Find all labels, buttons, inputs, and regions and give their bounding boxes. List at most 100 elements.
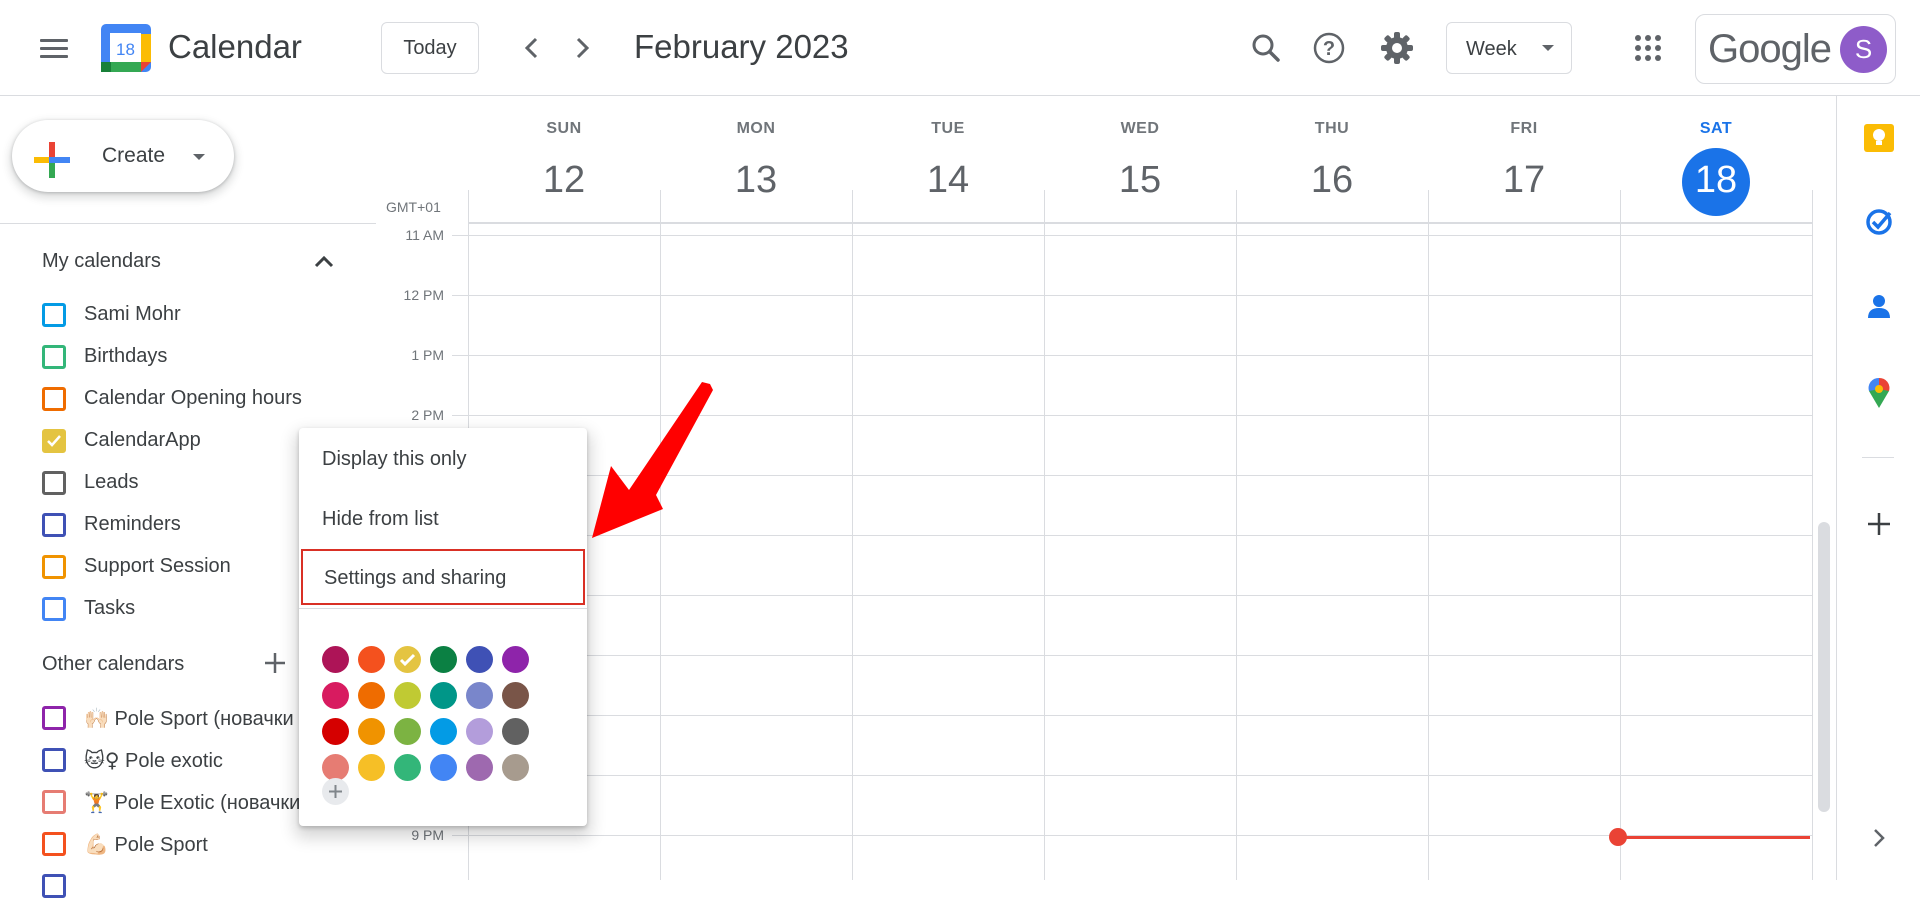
color-swatch[interactable] <box>430 718 457 745</box>
calendar-checkbox[interactable] <box>42 748 66 772</box>
calendar-checkbox[interactable] <box>42 345 66 369</box>
previous-week-chevron-icon[interactable] <box>512 28 552 68</box>
day-header-tue[interactable]: TUE 14 <box>852 120 1044 216</box>
color-swatch[interactable] <box>430 646 457 673</box>
menu-item-settings-and-sharing[interactable]: Settings and sharing <box>301 549 585 605</box>
avatar[interactable]: S <box>1840 26 1887 73</box>
calendar-checkbox[interactable] <box>42 832 66 856</box>
color-swatch[interactable] <box>322 754 349 781</box>
color-swatch[interactable] <box>466 646 493 673</box>
color-swatch[interactable] <box>322 646 349 673</box>
get-add-ons-plus-icon[interactable] <box>1857 502 1901 546</box>
day-header-wed[interactable]: WED 15 <box>1044 120 1236 216</box>
menu-item-display-this-only[interactable]: Display this only <box>299 430 587 488</box>
next-week-chevron-icon[interactable] <box>562 28 602 68</box>
day-header-thu[interactable]: THU 16 <box>1236 120 1428 216</box>
my-calendar-item-2[interactable]: Calendar Opening hours <box>40 378 340 418</box>
calendar-name: 💪🏻 Pole Sport <box>84 834 208 856</box>
day-number[interactable]: 14 <box>852 148 1044 216</box>
my-calendar-item-7[interactable]: Tasks <box>40 588 340 628</box>
hour-line <box>452 595 1812 596</box>
add-other-calendar-plus-icon[interactable] <box>262 650 288 676</box>
day-header-sun[interactable]: SUN 12 <box>468 120 660 216</box>
my-calendar-item-1[interactable]: Birthdays <box>40 336 340 376</box>
grid-scrollbar[interactable] <box>1818 522 1830 812</box>
create-button[interactable]: Create <box>12 120 234 192</box>
my-calendar-item-5[interactable]: Reminders <box>40 504 340 544</box>
color-swatch[interactable] <box>358 646 385 673</box>
calendar-checkbox[interactable] <box>42 429 66 453</box>
other-calendar-item-2[interactable]: 🏋 Pole Exotic (новачки <box>40 781 340 821</box>
settings-gear-icon[interactable] <box>1373 24 1421 72</box>
calendar-checkbox[interactable] <box>42 790 66 814</box>
help-icon[interactable]: ? <box>1305 24 1353 72</box>
color-swatch[interactable] <box>502 646 529 673</box>
calendar-checkbox[interactable] <box>42 303 66 327</box>
color-swatch[interactable] <box>358 682 385 709</box>
caret-down-icon <box>193 154 205 160</box>
color-swatch[interactable] <box>466 718 493 745</box>
color-swatch[interactable] <box>358 754 385 781</box>
color-swatch[interactable] <box>358 718 385 745</box>
current-time-dot <box>1609 828 1627 846</box>
chevron-up-icon[interactable] <box>312 252 336 272</box>
main-menu-icon[interactable] <box>34 30 74 66</box>
my-calendar-item-4[interactable]: Leads <box>40 462 340 502</box>
tasks-icon[interactable] <box>1857 200 1901 244</box>
day-number[interactable]: 13 <box>660 148 852 216</box>
other-calendar-item-3[interactable]: 💪🏻 Pole Sport <box>40 823 340 863</box>
expand-panel-chevron-icon[interactable] <box>1857 816 1901 860</box>
calendar-checkbox[interactable] <box>42 706 66 730</box>
apps-grid-icon[interactable] <box>1624 24 1672 72</box>
calendar-checkbox[interactable] <box>42 471 66 495</box>
selected-check-icon <box>399 653 416 667</box>
color-swatch[interactable] <box>394 718 421 745</box>
day-header-fri[interactable]: FRI 17 <box>1428 120 1620 216</box>
calendar-checkbox[interactable] <box>42 387 66 411</box>
day-header-sat[interactable]: SAT 18 <box>1620 120 1812 216</box>
day-number[interactable]: 15 <box>1044 148 1236 216</box>
calendar-name: Support Session <box>84 555 231 577</box>
other-calendar-item-4[interactable] <box>40 865 340 905</box>
color-swatch[interactable] <box>502 718 529 745</box>
keep-icon[interactable] <box>1857 116 1901 160</box>
maps-icon[interactable] <box>1857 370 1901 414</box>
hour-line <box>452 835 1812 836</box>
other-calendar-item-0[interactable]: 🙌🏻 Pole Sport (новачки <box>40 697 340 737</box>
day-header-mon[interactable]: MON 13 <box>660 120 852 216</box>
color-swatch[interactable] <box>394 754 421 781</box>
my-calendar-item-0[interactable]: Sami Mohr <box>40 294 340 334</box>
current-time-line <box>1618 836 1810 839</box>
google-account-button[interactable]: Google S <box>1695 14 1896 84</box>
day-number[interactable]: 16 <box>1236 148 1428 216</box>
color-swatch[interactable] <box>430 754 457 781</box>
today-button[interactable]: Today <box>381 22 479 74</box>
calendar-checkbox[interactable] <box>42 874 66 898</box>
other-calendars-title[interactable]: Other calendars <box>42 653 184 676</box>
calendar-checkbox[interactable] <box>42 597 66 621</box>
color-swatch[interactable] <box>466 682 493 709</box>
calendar-checkbox[interactable] <box>42 555 66 579</box>
color-swatch[interactable] <box>394 646 421 673</box>
my-calendar-item-3[interactable]: CalendarApp <box>40 420 340 460</box>
color-swatch[interactable] <box>322 682 349 709</box>
day-number[interactable]: 18 <box>1682 148 1750 216</box>
color-swatch[interactable] <box>430 682 457 709</box>
day-number[interactable]: 12 <box>468 148 660 216</box>
calendar-checkbox[interactable] <box>42 513 66 537</box>
search-icon[interactable] <box>1242 24 1290 72</box>
color-swatch[interactable] <box>466 754 493 781</box>
other-calendar-item-1[interactable]: 🐱‍♀ Pole exotic <box>40 739 340 779</box>
my-calendar-item-6[interactable]: Support Session <box>40 546 340 586</box>
color-swatch[interactable] <box>502 754 529 781</box>
color-swatch[interactable] <box>322 718 349 745</box>
contacts-icon[interactable] <box>1857 286 1901 330</box>
color-swatch[interactable] <box>502 682 529 709</box>
menu-item-hide-from-list[interactable]: Hide from list <box>299 490 587 548</box>
color-swatch[interactable] <box>394 682 421 709</box>
day-of-week: FRI <box>1510 120 1538 137</box>
day-number[interactable]: 17 <box>1428 148 1620 216</box>
my-calendars-title[interactable]: My calendars <box>42 250 161 273</box>
view-switcher-dropdown[interactable]: Week <box>1446 22 1572 74</box>
custom-color-plus-icon[interactable] <box>322 778 349 805</box>
